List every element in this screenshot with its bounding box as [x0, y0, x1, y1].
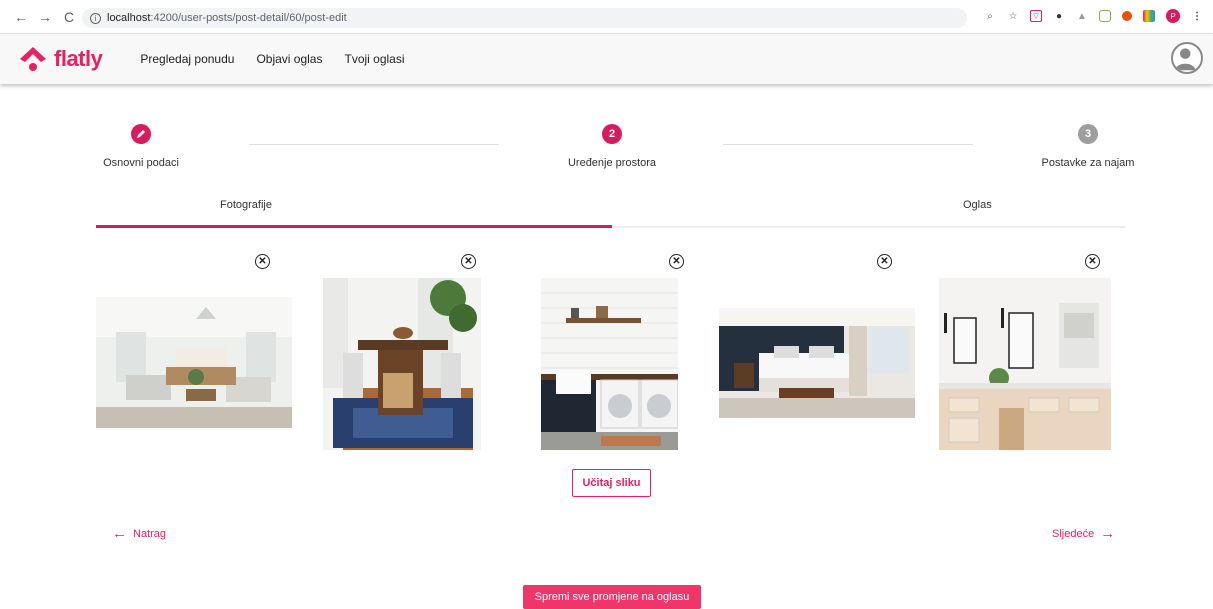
main-nav: Pregledaj ponudu Objavi oglas Tvoji ogla…	[140, 52, 404, 66]
url-host: localhost	[107, 12, 151, 24]
pin-extension-icon[interactable]: ●	[1053, 10, 1065, 22]
upload-photo-button[interactable]: Učitaj sliku	[572, 469, 651, 497]
photo-bathroom	[939, 278, 1111, 450]
step-basic-info[interactable]: Osnovni podaci	[95, 124, 187, 169]
info-icon[interactable]: i	[90, 12, 101, 24]
photo-dining-room	[323, 278, 481, 450]
step-label: Uređenje prostora	[567, 157, 657, 169]
zoom-icon[interactable]: ⌕	[984, 10, 996, 22]
remove-photo-icon[interactable]: ✕	[1085, 254, 1100, 269]
stepper-connector	[723, 144, 973, 145]
nav-my-listings[interactable]: Tvoji oglasi	[344, 52, 404, 66]
logo[interactable]: flatly	[18, 45, 103, 73]
extensions-area: ⌕ ☆ ▽ ● ▲ P ⋮	[984, 9, 1203, 23]
step-label: Osnovni podaci	[103, 157, 179, 169]
bookmark-star-icon[interactable]: ☆	[1007, 10, 1019, 22]
save-all-changes-button[interactable]: Spremi sve promjene na oglasu	[523, 585, 701, 609]
browser-toolbar: ← → C i localhost :4200/user-posts/post-…	[0, 0, 1213, 34]
next-label: Sljedeće	[1052, 527, 1095, 540]
step-number-badge: 3	[1078, 124, 1098, 144]
photo-living-room	[96, 297, 292, 428]
back-button[interactable]: ← Natrag	[112, 525, 166, 542]
url-path: :4200/user-posts/post-detail/60/post-edi…	[150, 12, 347, 24]
forward-arrow-icon[interactable]: →	[36, 8, 54, 26]
menu-dots-icon[interactable]: ⋮	[1191, 10, 1203, 22]
step-number-badge: 2	[602, 124, 622, 144]
pencil-icon	[131, 124, 151, 144]
address-bar[interactable]: i localhost :4200/user-posts/post-detail…	[82, 8, 967, 28]
nav-browse-offers[interactable]: Pregledaj ponudu	[140, 52, 234, 66]
arrow-right-icon: →	[1100, 525, 1116, 542]
stepper-connector	[249, 144, 499, 145]
next-button[interactable]: Sljedeće →	[1052, 525, 1115, 542]
pocket-extension-icon[interactable]: ▽	[1030, 10, 1042, 22]
tab-photos[interactable]: Fotografije	[220, 199, 272, 211]
bug-extension-icon[interactable]	[1122, 11, 1132, 21]
step-label: Postavke za najam	[1041, 157, 1135, 169]
user-avatar-icon[interactable]	[1171, 42, 1203, 74]
photo-bedroom	[719, 308, 915, 418]
step-space-setup[interactable]: 2 Uređenje prostora	[560, 124, 664, 169]
remove-photo-icon[interactable]: ✕	[669, 254, 684, 269]
remove-photo-icon[interactable]: ✕	[877, 254, 892, 269]
tab-listing[interactable]: Oglas	[963, 199, 992, 211]
logo-text: flatly	[54, 46, 103, 71]
photo-laundry-room	[541, 278, 678, 450]
tab-active-indicator	[96, 225, 612, 228]
step-rental-settings[interactable]: 3 Postavke za najam	[1036, 124, 1140, 169]
back-label: Natrag	[133, 527, 167, 540]
hex-extension-icon[interactable]	[1099, 10, 1111, 22]
triangle-extension-icon[interactable]: ▲	[1076, 10, 1088, 22]
profile-avatar-icon[interactable]: P	[1166, 9, 1180, 23]
remove-photo-icon[interactable]: ✕	[461, 254, 476, 269]
back-arrow-icon[interactable]: ←	[12, 8, 30, 26]
color-extension-icon[interactable]	[1143, 10, 1155, 22]
house-logo-icon	[20, 47, 46, 71]
reload-icon[interactable]: C	[60, 8, 78, 26]
nav-post-listing[interactable]: Objavi oglas	[256, 52, 322, 66]
remove-photo-icon[interactable]: ✕	[255, 254, 270, 269]
app-header: flatly Pregledaj ponudu Objavi oglas Tvo…	[0, 34, 1213, 84]
arrow-left-icon: ←	[112, 525, 127, 542]
